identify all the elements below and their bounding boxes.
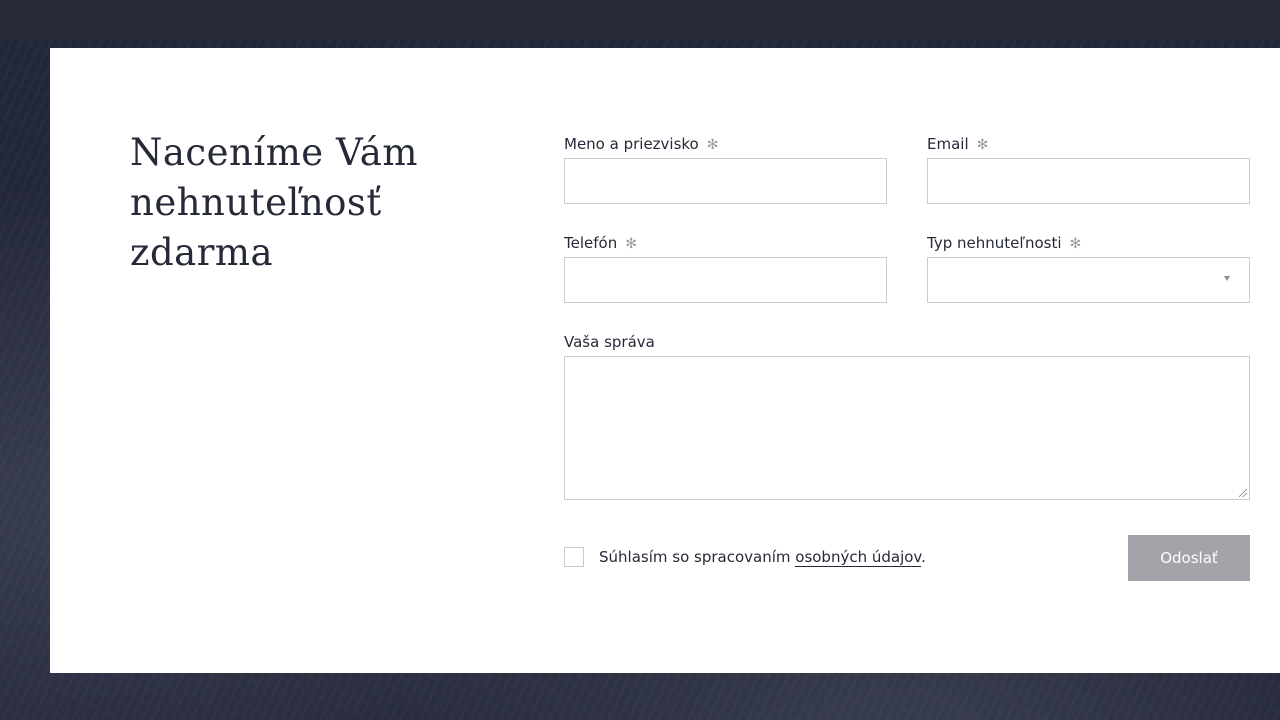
form-heading: Naceníme Vám nehnuteľnosť zdarma <box>130 128 460 278</box>
required-icon: ✻ <box>706 137 719 153</box>
consent-row: Súhlasím so spracovaním osobných údajov. <box>564 546 926 568</box>
email-label: Email ✻ <box>927 135 989 153</box>
required-icon: ✻ <box>1069 236 1082 252</box>
message-field-group: Vaša správa <box>564 332 1250 500</box>
name-input[interactable] <box>564 158 887 204</box>
phone-input[interactable] <box>564 257 887 303</box>
required-icon: ✻ <box>625 236 637 252</box>
heading-line-3: zdarma <box>130 231 274 274</box>
email-input[interactable] <box>927 158 1250 204</box>
heading-line-2: nehnuteľnosť <box>130 181 382 224</box>
submit-button[interactable]: Odoslať <box>1128 535 1250 581</box>
message-textarea[interactable] <box>564 356 1250 500</box>
name-label: Meno a priezvisko ✻ <box>564 135 719 153</box>
property-type-select[interactable] <box>927 257 1250 303</box>
contact-form-card: Naceníme Vám nehnuteľnosť zdarma Meno a … <box>50 48 1280 673</box>
required-icon: ✻ <box>976 137 989 153</box>
property-type-selected-value <box>927 257 1250 303</box>
property-type-label: Typ nehnuteľnosti ✻ <box>927 234 1082 252</box>
caret-down-icon <box>1224 276 1230 281</box>
privacy-link[interactable]: osobných údajov <box>795 548 922 567</box>
message-label: Vaša správa <box>564 333 655 351</box>
consent-text: Súhlasím so spracovaním osobných údajov. <box>599 548 926 567</box>
name-field-group: Meno a priezvisko ✻ <box>564 134 887 204</box>
property-type-field-group: Typ nehnuteľnosti ✻ <box>927 233 1250 303</box>
resize-grip-icon[interactable] <box>1239 489 1247 497</box>
consent-checkbox[interactable] <box>564 547 584 567</box>
phone-field-group: Telefón ✻ <box>564 233 887 303</box>
email-field-group: Email ✻ <box>927 134 1250 204</box>
phone-label: Telefón ✻ <box>564 234 637 252</box>
heading-line-1: Naceníme Vám <box>130 131 418 174</box>
